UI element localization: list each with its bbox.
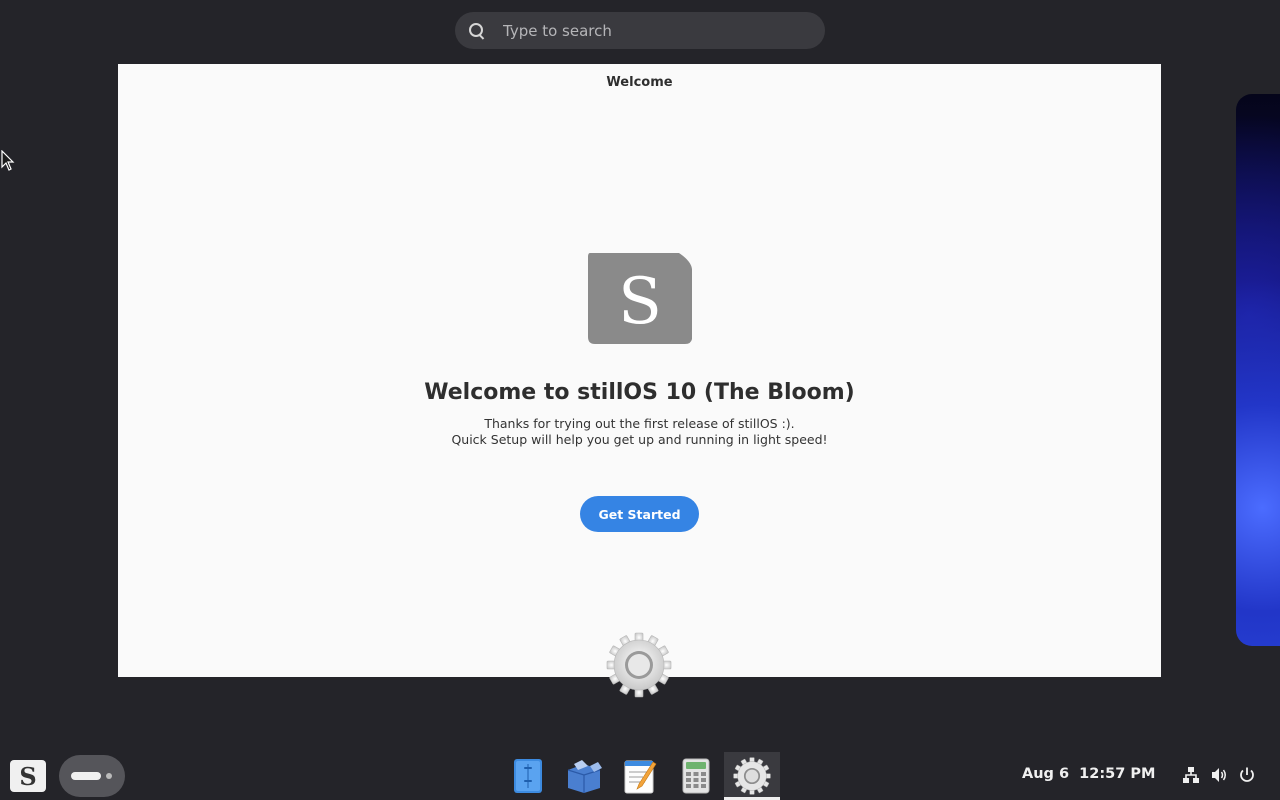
start-menu-button[interactable]: S xyxy=(10,760,46,792)
dock-text-editor[interactable] xyxy=(612,752,668,800)
active-workspace-indicator xyxy=(71,772,101,780)
description-line-1: Thanks for trying out the first release … xyxy=(484,416,795,431)
clock[interactable]: Aug 6 12:57 PM xyxy=(1022,766,1155,782)
window-title: Welcome xyxy=(606,75,673,90)
logo-letter: S xyxy=(618,265,662,339)
network-icon[interactable] xyxy=(1182,766,1200,784)
description-line-2: Quick Setup will help you get up and run… xyxy=(451,432,828,447)
mouse-cursor-icon xyxy=(1,150,15,171)
text-editor-icon xyxy=(624,760,657,794)
search-input[interactable] xyxy=(501,20,805,41)
file-manager-icon xyxy=(514,759,542,793)
welcome-description: Thanks for trying out the first release … xyxy=(118,416,1161,448)
inactive-workspace-dot[interactable] xyxy=(106,773,112,779)
dock-settings[interactable] xyxy=(724,752,780,800)
dock-calculator[interactable] xyxy=(668,752,724,800)
clock-date: Aug 6 xyxy=(1022,766,1070,782)
workspace-indicator[interactable] xyxy=(59,755,125,797)
dock-software-center[interactable] xyxy=(556,752,612,800)
stillos-logo-icon: S xyxy=(588,253,692,344)
power-icon[interactable] xyxy=(1238,766,1256,784)
get-started-button[interactable]: Get Started xyxy=(580,496,699,532)
volume-icon[interactable] xyxy=(1210,766,1228,784)
calculator-icon xyxy=(682,758,710,794)
search-bar[interactable] xyxy=(455,12,825,49)
dock-file-manager[interactable] xyxy=(500,752,556,800)
search-icon xyxy=(469,22,485,39)
settings-icon xyxy=(733,757,771,795)
welcome-window: Welcome S Welcome to stillOS 10 (The Blo… xyxy=(118,64,1161,698)
workspace-preview[interactable] xyxy=(1236,94,1280,646)
settings-gear-icon xyxy=(606,632,672,698)
clock-time: 12:57 PM xyxy=(1079,766,1156,782)
desktop: Welcome S Welcome to stillOS 10 (The Blo… xyxy=(0,0,1280,800)
welcome-heading: Welcome to stillOS 10 (The Bloom) xyxy=(424,380,855,405)
software-center-icon xyxy=(567,760,602,793)
